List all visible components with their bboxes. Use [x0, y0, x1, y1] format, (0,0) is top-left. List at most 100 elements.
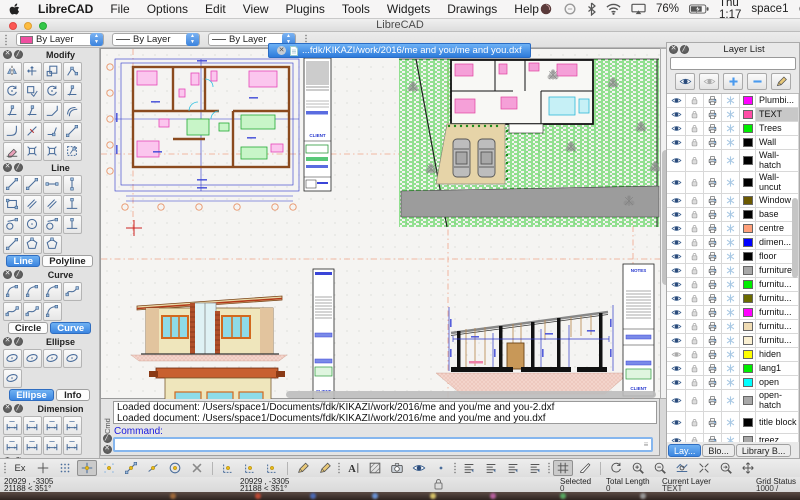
layer-lock-icon[interactable]	[686, 376, 704, 390]
layer-visible-eye-icon[interactable]	[667, 94, 686, 108]
mtext-button[interactable]: A	[343, 460, 363, 476]
layer-visible-eye-icon[interactable]	[667, 250, 686, 264]
layer-lock-icon[interactable]	[686, 278, 704, 292]
layer-color-swatch[interactable]	[740, 122, 756, 136]
status-icons[interactable]	[539, 2, 646, 16]
layer-name[interactable]: furnitu...	[756, 278, 799, 292]
dock-tab-blo[interactable]: Blo...	[702, 444, 735, 457]
zoom-redraw-button[interactable]	[606, 460, 626, 476]
toolbar-grip[interactable]	[547, 462, 551, 474]
layer-row[interactable]: hiden	[667, 348, 799, 362]
layer-visible-eye-icon[interactable]	[667, 334, 686, 348]
layer-lock-icon[interactable]	[686, 412, 704, 434]
zoom-auto-button[interactable]	[672, 460, 692, 476]
eraser-button[interactable]	[3, 142, 22, 161]
ellipse-inscribed-button[interactable]	[3, 369, 22, 388]
layer-print-icon[interactable]	[704, 278, 722, 292]
layer-lock-icon[interactable]	[686, 362, 704, 376]
menu-item-widgets[interactable]: Widgets	[387, 2, 430, 16]
layer-filter-input[interactable]	[670, 57, 796, 70]
restrict-horizontal-button[interactable]	[218, 460, 238, 476]
layer-scrollbar-thumb[interactable]	[792, 198, 798, 278]
airplay-display-icon[interactable]	[631, 3, 646, 15]
layer-construction-icon[interactable]	[722, 320, 740, 334]
command-input[interactable]	[115, 440, 641, 450]
zoom-window-button[interactable]	[694, 460, 714, 476]
layer-construction-icon[interactable]	[722, 278, 740, 292]
trim-button[interactable]	[63, 82, 82, 101]
line-two-points-button[interactable]	[3, 175, 22, 194]
layer-construction-icon[interactable]	[722, 412, 740, 434]
layer-lock-icon[interactable]	[686, 348, 704, 362]
window-titlebar[interactable]: LibreCAD	[0, 19, 800, 32]
layer-print-icon[interactable]	[704, 320, 722, 334]
dim-diametric-button[interactable]	[23, 436, 42, 455]
minimize-window-button[interactable]	[24, 22, 32, 30]
layer-construction-icon[interactable]	[722, 94, 740, 108]
layer-lock-icon[interactable]	[686, 108, 704, 122]
dim-linear-button[interactable]	[23, 416, 42, 435]
layer-name[interactable]: hiden	[756, 348, 799, 362]
layer-visible-eye-icon[interactable]	[667, 434, 686, 442]
layer-row[interactable]: open	[667, 376, 799, 390]
layer-row[interactable]: Wall-uncut	[667, 172, 799, 194]
close-panel-button[interactable]: ✕	[3, 337, 12, 346]
menu-item-file[interactable]: File	[110, 2, 129, 16]
layer-lock-icon[interactable]	[686, 136, 704, 150]
layer-construction-icon[interactable]	[722, 108, 740, 122]
layer-lock-icon[interactable]	[686, 250, 704, 264]
layer-print-icon[interactable]	[704, 292, 722, 306]
attributes-button[interactable]	[23, 82, 42, 101]
snap-free-button[interactable]	[77, 460, 97, 476]
line-tangent-point-button[interactable]	[3, 215, 22, 234]
snap-grid-button[interactable]	[99, 460, 119, 476]
layer-visible-eye-icon[interactable]	[667, 122, 686, 136]
layer-name[interactable]: furnitu...	[756, 306, 799, 320]
tab-ellipse[interactable]: Ellipse	[9, 389, 54, 401]
line-parallel-button[interactable]	[23, 195, 42, 214]
layer-lock-icon[interactable]	[686, 94, 704, 108]
layer-lock-icon[interactable]	[686, 122, 704, 136]
trim-amount-button[interactable]	[23, 102, 42, 121]
line-horizontal-button[interactable]	[43, 175, 62, 194]
layer-color-swatch[interactable]	[740, 108, 756, 122]
line-orthogonal-button[interactable]	[63, 215, 82, 234]
layer-name[interactable]: Wall	[756, 136, 799, 150]
menu-item-tools[interactable]: Tools	[342, 2, 370, 16]
layer-row[interactable]: furnitu...	[667, 320, 799, 334]
layer-name[interactable]: Plumbi...	[756, 94, 799, 108]
layer-name[interactable]: Wall-hatch	[756, 150, 799, 172]
hatch-button[interactable]	[365, 460, 385, 476]
spline-button[interactable]	[63, 282, 82, 301]
layer-visible-eye-icon[interactable]	[667, 108, 686, 122]
layer-print-icon[interactable]	[704, 94, 722, 108]
line-bisector-button[interactable]	[63, 195, 82, 214]
layer-visible-eye-icon[interactable]	[667, 292, 686, 306]
layer-construction-icon[interactable]	[722, 434, 740, 442]
layer-construction-icon[interactable]	[722, 194, 740, 208]
layer-visible-eye-icon[interactable]	[667, 362, 686, 376]
layer-row[interactable]: title block	[667, 412, 799, 434]
layer-name[interactable]: Trees	[756, 122, 799, 136]
layer-color-swatch[interactable]	[740, 362, 756, 376]
dock-tab-lay[interactable]: Lay...	[668, 444, 701, 457]
menu-item-plugins[interactable]: Plugins	[286, 2, 325, 16]
layer-construction-icon[interactable]	[722, 250, 740, 264]
space-label[interactable]: space1	[751, 3, 788, 15]
layer-color-swatch[interactable]	[740, 250, 756, 264]
rotate-two-button[interactable]	[3, 82, 22, 101]
close-document-icon[interactable]: ✕	[277, 46, 286, 55]
layer-visible-eye-icon[interactable]	[667, 208, 686, 222]
float-panel-button[interactable]: ╱	[14, 404, 23, 413]
layer-print-icon[interactable]	[704, 208, 722, 222]
show-all-layers-button[interactable]	[675, 73, 695, 90]
layer-lock-icon[interactable]	[686, 236, 704, 250]
snap-endpoint-button[interactable]	[121, 460, 141, 476]
photos-icon[interactable]	[539, 2, 553, 16]
layer-name[interactable]: open-hatch	[756, 390, 799, 412]
layer-color-swatch[interactable]	[740, 264, 756, 278]
zoom-window-button[interactable]	[39, 22, 47, 30]
layer-color-swatch[interactable]	[740, 376, 756, 390]
horizontal-scrollbar-thumb[interactable]	[286, 391, 656, 398]
toolbar-grip[interactable]	[4, 34, 8, 46]
